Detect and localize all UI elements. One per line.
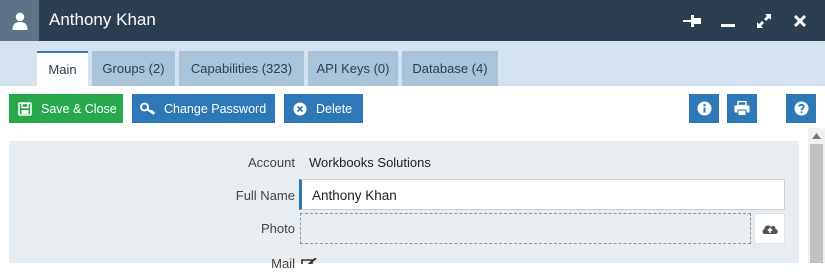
key-icon (140, 101, 156, 117)
tab-capabilities[interactable]: Capabilities (323) (179, 51, 304, 86)
expand-icon (757, 14, 771, 28)
change-password-button[interactable]: Change Password (132, 94, 275, 123)
tab-api-keys[interactable]: API Keys (0) (308, 51, 398, 86)
user-avatar (0, 0, 39, 41)
print-button[interactable] (727, 94, 757, 123)
info-button[interactable] (689, 94, 719, 123)
tab-main[interactable]: Main (37, 51, 88, 86)
photo-upload-button[interactable] (754, 213, 785, 244)
info-icon (697, 101, 711, 116)
photo-dropzone[interactable] (300, 213, 751, 244)
scrollbar-thumb[interactable] (810, 144, 823, 263)
delete-button[interactable]: Delete (284, 94, 363, 123)
delete-label: Delete (316, 101, 353, 116)
close-icon (793, 14, 807, 28)
change-password-label: Change Password (164, 101, 267, 116)
photo-label: Photo (261, 221, 295, 236)
pin-button[interactable] (682, 11, 702, 31)
full-name-input[interactable]: Anthony Khan (299, 179, 785, 210)
tab-database[interactable]: Database (4) (402, 51, 498, 86)
full-name-label: Full Name (235, 188, 295, 203)
save-icon (17, 101, 33, 117)
minimize-button[interactable] (718, 11, 738, 31)
maximize-button[interactable] (754, 11, 774, 31)
form-panel: Account Workbooks Solutions Full Name An… (9, 141, 799, 271)
help-icon (794, 101, 808, 116)
window-titlebar: Anthony Khan (0, 0, 825, 41)
tab-bar: Main Groups (2) Capabilities (323) API K… (0, 41, 825, 86)
vertical-scrollbar[interactable] (808, 128, 825, 263)
save-close-button[interactable]: Save & Close (9, 94, 123, 123)
print-icon (734, 101, 750, 116)
toolbar: Save & Close Change Password Delete (0, 86, 825, 128)
scroll-up-arrow-icon[interactable] (812, 133, 821, 139)
mail-label-partial: Mail (271, 256, 295, 271)
help-button[interactable] (786, 94, 816, 123)
edit-icon[interactable] (300, 258, 318, 264)
window-title: Anthony Khan (49, 10, 156, 29)
close-button[interactable] (790, 11, 810, 31)
pin-icon (683, 15, 701, 27)
minimize-icon (721, 24, 735, 27)
account-value: Workbooks Solutions (309, 155, 431, 170)
save-close-label: Save & Close (41, 101, 117, 116)
tab-groups[interactable]: Groups (2) (92, 51, 175, 86)
delete-circle-x-icon (292, 101, 308, 117)
user-icon (12, 12, 27, 30)
account-label: Account (248, 155, 295, 170)
cloud-upload-icon (761, 225, 778, 234)
